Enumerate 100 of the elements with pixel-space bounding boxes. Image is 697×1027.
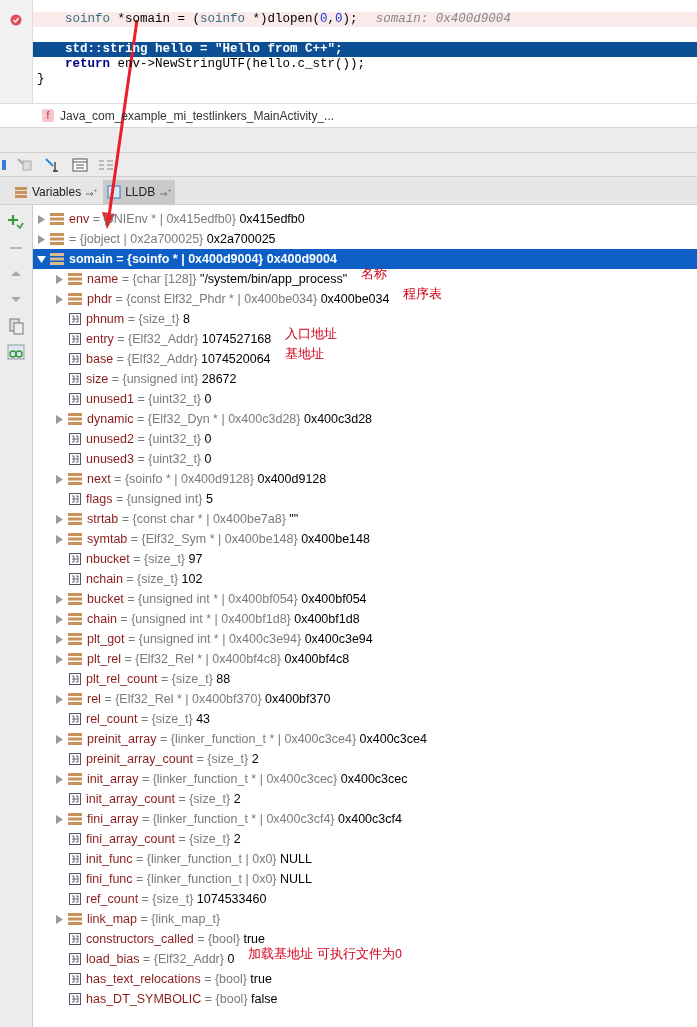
tree-row[interactable]: somain = {soinfo * | 0x400d9004} 0x400d9004 [33,249,697,269]
expand-arrow-icon[interactable] [55,914,64,924]
tree-row[interactable]: ref_count = {size_t} 1074533460 [33,889,697,909]
function-icon: f [42,109,54,122]
tree-row[interactable]: unused3 = {uint32_t} 0 [33,449,697,469]
variable-entry: somain = {soinfo * | 0x400d9004} 0x400d9004 [69,250,337,268]
expand-arrow-icon[interactable] [55,654,64,664]
variable-entry: plt_rel_count = {size_t} 88 [86,670,231,688]
tree-row[interactable]: preinit_array = {linker_function_t * | 0x400c3ce4} 0x400c3ce4 [33,729,697,749]
tree-row[interactable]: has_text_relocations = {bool} true [33,969,697,989]
variable-entry: name = {char [128]} "/system/bin/app_process" [87,270,348,288]
add-watch-icon[interactable] [7,213,25,231]
panel-tab[interactable]: Variables [10,180,102,204]
struct-icon [68,293,82,305]
tree-row[interactable]: size = {unsigned int} 28672 [33,369,697,389]
expand-arrow-icon[interactable] [55,414,64,424]
tree-row[interactable]: unused1 = {uint32_t} 0 [33,389,697,409]
expand-arrow-icon[interactable] [55,734,64,744]
field-icon [69,333,81,345]
field-icon [69,353,81,365]
variable-entry: chain = {unsigned int * | 0x400bf1d8} 0x400bf1d8 [87,610,360,628]
field-icon [69,873,81,885]
field-icon [69,993,81,1005]
watches-icon[interactable] [7,343,25,361]
tree-row[interactable]: rel = {Elf32_Rel * | 0x400bf370} 0x400bf370 [33,689,697,709]
tree-row[interactable]: has_DT_SYMBOLIC = {bool} false [33,989,697,1009]
variable-entry: plt_got = {unsigned int * | 0x400c3e94} 0x400c3e94 [87,630,373,648]
variable-entry: = {jobject | 0x2a700025} 0x2a700025 [69,230,276,248]
variable-entry: strtab = {const char * | 0x400be7a8} "" [87,510,299,528]
tree-row[interactable]: flags = {unsigned int} 5 [33,489,697,509]
expand-arrow-icon[interactable] [55,614,64,624]
tree-row[interactable]: plt_got = {unsigned int * | 0x400c3e94} 0x400c3e94 [33,629,697,649]
expand-arrow-icon[interactable] [55,814,64,824]
struct-icon [68,913,82,925]
annotation-note: 入口地址 [285,325,338,343]
expand-arrow-icon[interactable] [55,274,64,284]
tree-row[interactable]: init_func = {linker_function_t | 0x0} NULL [33,849,697,869]
field-icon [69,973,81,985]
tree-row[interactable]: fini_array = {linker_function_t * | 0x400c3cf4} 0x400c3cf4 [33,809,697,829]
field-icon [69,953,81,965]
variable-entry: fini_array_count = {size_t} 2 [86,830,241,848]
expand-arrow-icon[interactable] [55,634,64,644]
field-icon [69,853,81,865]
tree-row[interactable]: symtab = {Elf32_Sym * | 0x400be148} 0x400be148 [33,529,697,549]
tree-row[interactable]: strtab = {const char * | 0x400be7a8} "" [33,509,697,529]
tree-row[interactable]: = {jobject | 0x2a700025} 0x2a700025 [33,229,697,249]
tree-row[interactable]: dynamic = {Elf32_Dyn * | 0x400c3d28} 0x400c3d28 [33,409,697,429]
struct-icon [68,633,82,645]
field-icon [69,373,81,385]
variable-entry: fini_func = {linker_function_t | 0x0} NULL [86,870,312,888]
tree-row[interactable]: fini_func = {linker_function_t | 0x0} NULL [33,869,697,889]
tree-row[interactable]: unused2 = {uint32_t} 0 [33,429,697,449]
variable-entry: init_array = {linker_function_t * | 0x400c3cec} 0x400c3cec [87,770,408,788]
variable-entry: link_map = {link_map_t} [87,910,221,928]
variable-entry: unused3 = {uint32_t} 0 [86,450,212,468]
threads-icon [98,157,114,172]
tree-row[interactable]: next = {soinfo * | 0x400d9128} 0x400d9128 [33,469,697,489]
variable-entry: nchain = {size_t} 102 [86,570,203,588]
tree-row[interactable]: init_array_count = {size_t} 2 [33,789,697,809]
expand-arrow-icon[interactable] [37,234,46,244]
tree-row[interactable]: rel_count = {size_t} 43 [33,709,697,729]
tree-row[interactable]: nchain = {size_t} 102 [33,569,697,589]
variables-icon [14,185,28,199]
expand-arrow-icon[interactable] [55,474,64,484]
field-icon [69,453,81,465]
variable-entry: has_text_relocations = {bool} true [86,970,272,988]
tree-row[interactable]: plt_rel_count = {size_t} 88 [33,669,697,689]
tree-row[interactable]: preinit_array_count = {size_t} 2 [33,749,697,769]
tree-row[interactable]: nbucket = {size_t} 97 [33,549,697,569]
struct-icon [68,533,82,545]
expand-arrow-icon[interactable] [37,214,46,224]
variable-entry: symtab = {Elf32_Sym * | 0x400be148} 0x400be148 [87,530,370,548]
panel-tab[interactable]: LLDB [103,180,176,204]
tree-row[interactable]: init_array = {linker_function_t * | 0x400c3cec} 0x400c3cec [33,769,697,789]
field-icon [69,393,81,405]
variable-entry: preinit_array = {linker_function_t * | 0x400c3ce4} 0x400c3ce4 [87,730,427,748]
tree-row[interactable]: link_map = {link_map_t} [33,909,697,929]
variable-entry: preinit_array_count = {size_t} 2 [86,750,259,768]
copy-icon[interactable] [7,317,25,335]
struct-icon [68,593,82,605]
struct-icon [68,653,82,665]
tree-row[interactable]: plt_rel = {Elf32_Rel * | 0x400bf4c8} 0x400bf4c8 [33,649,697,669]
expand-arrow-icon[interactable] [55,774,64,784]
struct-icon [68,733,82,745]
variable-entry: base = {Elf32_Addr} 1074520064 [86,350,271,368]
struct-icon [68,813,82,825]
expand-arrow-icon[interactable] [55,594,64,604]
expand-arrow-icon[interactable] [55,514,64,524]
expand-arrow-icon[interactable] [55,534,64,544]
variable-entry: flags = {unsigned int} 5 [86,490,213,508]
expand-arrow-icon[interactable] [37,254,46,264]
tree-row[interactable]: fini_array_count = {size_t} 2 [33,829,697,849]
variable-entry: fini_array = {linker_function_t * | 0x400c3cf4} 0x400c3cf4 [87,810,402,828]
variable-entry: init_array_count = {size_t} 2 [86,790,241,808]
tree-row[interactable]: chain = {unsigned int * | 0x400bf1d8} 0x400bf1d8 [33,609,697,629]
expand-arrow-icon[interactable] [55,294,64,304]
expand-arrow-icon[interactable] [55,694,64,704]
tree-row[interactable]: bucket = {unsigned int * | 0x400bf054} 0x400bf054 [33,589,697,609]
field-icon [69,833,81,845]
variable-entry: size = {unsigned int} 28672 [86,370,237,388]
